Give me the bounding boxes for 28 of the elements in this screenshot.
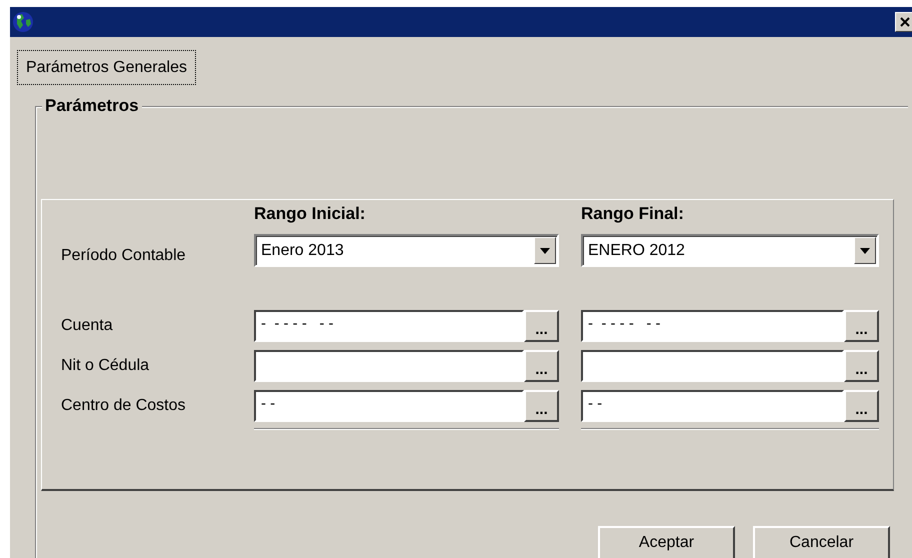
browse-button[interactable]: ... — [524, 390, 559, 422]
caret-icon — [540, 248, 550, 254]
dialog-button[interactable]: Aceptar — [598, 526, 735, 558]
field-label: Nit o Cédula — [61, 357, 150, 375]
field-label: Período Contable — [61, 246, 187, 264]
browse-button[interactable]: ... — [524, 350, 559, 382]
browse-button[interactable]: ... — [844, 310, 879, 342]
browse-button[interactable]: ... — [844, 350, 879, 382]
close-button[interactable] — [895, 12, 912, 32]
globe-icon — [12, 11, 34, 33]
caret-icon — [860, 248, 870, 254]
dropdown[interactable]: Enero 2013 — [254, 234, 559, 267]
dropdown[interactable]: ENERO 2012 — [581, 234, 879, 267]
tab[interactable]: Parámetros Generales — [17, 50, 196, 85]
browse-button[interactable]: ... — [844, 390, 879, 422]
close-icon — [900, 17, 910, 27]
field-label: Centro de Costos — [61, 397, 187, 415]
input-field[interactable]: - - — [581, 390, 844, 422]
column-header: Rango Inicial: — [254, 204, 366, 225]
dialog-button[interactable]: Cancelar — [753, 526, 890, 558]
input-field[interactable]: - - - - - - - — [254, 310, 524, 342]
browse-button[interactable]: ... — [524, 310, 559, 342]
input-field[interactable]: - - — [254, 390, 524, 422]
input-field[interactable] — [581, 350, 844, 382]
column-header: Rango Final: — [581, 204, 685, 225]
field-label: Cuenta — [61, 317, 114, 335]
input-field[interactable] — [254, 350, 524, 382]
input-field[interactable]: - - - - - - - — [581, 310, 844, 342]
